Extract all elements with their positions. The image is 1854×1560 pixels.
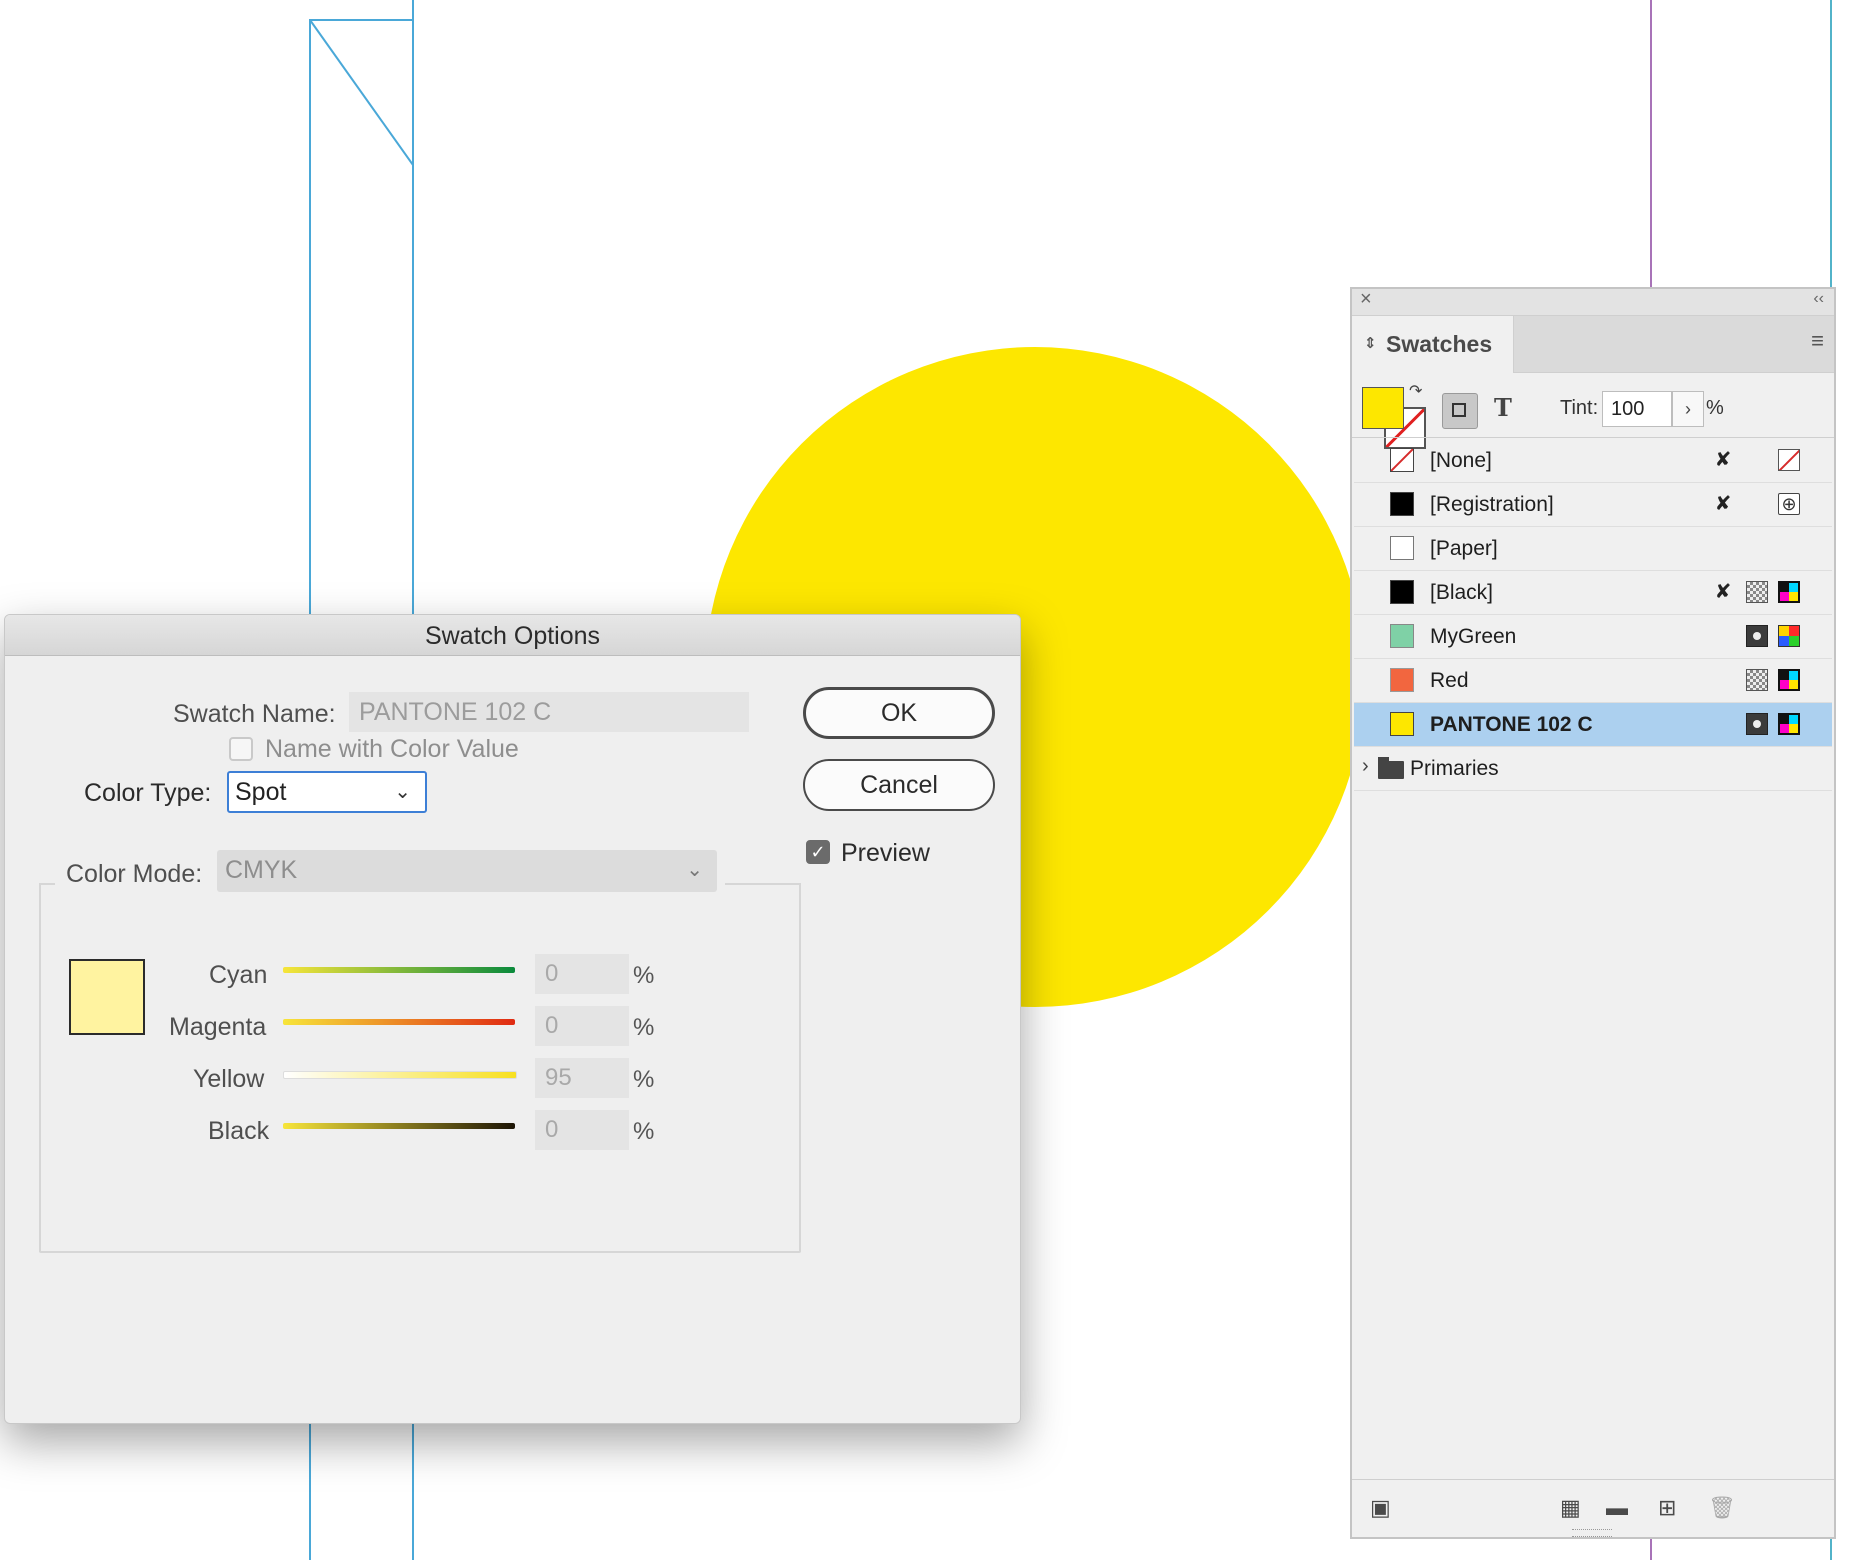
color-mode-value: CMYK	[225, 856, 298, 884]
magenta-percent: %	[633, 1014, 655, 1041]
swatch-name: [Paper]	[1430, 537, 1498, 560]
dialog-title[interactable]: Swatch Options	[5, 615, 1020, 656]
container-format-button[interactable]	[1442, 393, 1478, 429]
tint-percent: %	[1706, 397, 1724, 419]
panel-bottom-divider	[1352, 1479, 1834, 1480]
tab-swatches[interactable]: ⇕ Swatches	[1352, 316, 1514, 373]
pen-crossed-icon: ✘	[1714, 581, 1732, 603]
swatch-options-dialog: Swatch Options Swatch Name: PANTONE 102 …	[4, 614, 1021, 1424]
panel-titlebar[interactable]: × ‹‹	[1352, 288, 1834, 316]
tab-swatches-label: Swatches	[1386, 331, 1493, 357]
process-icon	[1746, 669, 1768, 691]
yellow-slider[interactable]	[283, 1071, 517, 1079]
cyan-slider[interactable]	[283, 967, 515, 973]
color-type-label: Color Type:	[84, 779, 212, 807]
close-icon[interactable]: ×	[1360, 288, 1372, 311]
fill-box[interactable]	[1362, 387, 1404, 429]
preview-label: Preview	[841, 839, 930, 867]
panel-tab-row: ⇕ Swatches ≡	[1352, 316, 1834, 373]
name-with-color-value-label: Name with Color Value	[265, 735, 519, 763]
group-top-border-right	[725, 883, 801, 885]
swatch-name: [None]	[1430, 449, 1492, 472]
tint-arrow-button[interactable]: ›	[1672, 391, 1704, 427]
swatch-name: [Registration]	[1430, 493, 1554, 516]
chevron-right-icon[interactable]: ›	[1362, 755, 1369, 778]
color-preview-swatch	[69, 959, 145, 1035]
new-group-folder-icon[interactable]: ▬	[1606, 1495, 1628, 1521]
panel-divider	[1352, 437, 1834, 438]
spot-icon	[1746, 625, 1768, 647]
cancel-button[interactable]: Cancel	[803, 759, 995, 811]
swatch-row-pantone-102c[interactable]: PANTONE 102 C	[1354, 703, 1832, 747]
black-percent: %	[633, 1118, 655, 1145]
place-swatch-icon[interactable]: ▣	[1370, 1495, 1391, 1521]
swatch-row-mygreen[interactable]: MyGreen	[1354, 615, 1832, 659]
preview-checkbox[interactable]: ✓	[806, 840, 830, 864]
folder-icon	[1378, 757, 1404, 779]
cmyk-icon	[1778, 713, 1800, 735]
cyan-label: Cyan	[209, 961, 268, 989]
swatches-panel: × ‹‹ ⇕ Swatches ≡ ↷ T Tint: 100 › % [Non…	[1350, 287, 1836, 1539]
new-swatch-icon[interactable]: ⊞	[1658, 1495, 1676, 1521]
group-top-border-left	[39, 883, 55, 885]
registration-icon: ⊕	[1778, 493, 1800, 515]
swatch-chip-pantone	[1390, 712, 1414, 736]
yellow-percent: %	[633, 1066, 655, 1093]
swatch-name: [Black]	[1430, 581, 1494, 604]
color-values-group	[39, 883, 801, 1253]
spot-icon	[1746, 713, 1768, 735]
swap-arrow-icon[interactable]: ↷	[1409, 381, 1422, 401]
trash-icon[interactable]: 🗑	[1708, 1495, 1736, 1521]
swatch-chip-registration	[1390, 492, 1414, 516]
none-icon	[1778, 449, 1800, 471]
color-type-select[interactable]: Spot ⌄	[227, 771, 427, 813]
swatch-row-black[interactable]: [Black] ✘	[1354, 571, 1832, 615]
resize-grip[interactable]	[1572, 1529, 1612, 1537]
swatch-chip-mygreen	[1390, 624, 1414, 648]
tint-label: Tint:	[1560, 397, 1599, 419]
cyan-percent: %	[633, 962, 655, 989]
updown-chevron-icon: ⇕	[1364, 335, 1377, 352]
rgb-icon	[1778, 625, 1800, 647]
black-value-field: 0	[535, 1110, 629, 1150]
tint-input[interactable]: 100	[1602, 391, 1672, 427]
frame-diagonal	[309, 19, 413, 166]
swatch-row-paper[interactable]: [Paper]	[1354, 527, 1832, 571]
swatch-name-label: Swatch Name:	[173, 700, 336, 728]
yellow-label: Yellow	[193, 1065, 265, 1093]
swatch-row-red[interactable]: Red	[1354, 659, 1832, 703]
swatch-name: Red	[1430, 669, 1469, 692]
swatch-row-registration[interactable]: [Registration] ✘ ⊕	[1354, 483, 1832, 527]
swatch-group-primaries[interactable]: › Primaries	[1354, 747, 1832, 791]
swatch-name-field: PANTONE 102 C	[349, 692, 749, 732]
ok-button[interactable]: OK	[803, 687, 995, 739]
cyan-value-field: 0	[535, 954, 629, 994]
black-label: Black	[208, 1117, 270, 1145]
swatch-name: MyGreen	[1430, 625, 1517, 648]
swatch-view-icon[interactable]: ▦	[1560, 1495, 1581, 1521]
swatch-row-none[interactable]: [None] ✘	[1354, 439, 1832, 483]
swatch-chip-black	[1390, 580, 1414, 604]
text-format-icon[interactable]: T	[1494, 393, 1512, 422]
cmyk-icon	[1778, 581, 1800, 603]
swatch-chip-none	[1390, 448, 1414, 472]
process-icon	[1746, 581, 1768, 603]
name-with-color-value-checkbox	[229, 737, 253, 761]
pen-crossed-icon: ✘	[1714, 493, 1732, 515]
chevron-down-icon: ⌄	[394, 781, 411, 803]
collapse-icon[interactable]: ‹‹	[1813, 290, 1824, 308]
color-type-value: Spot	[235, 778, 287, 806]
yellow-value-field: 95	[535, 1058, 629, 1098]
pen-crossed-icon: ✘	[1714, 449, 1732, 471]
magenta-label: Magenta	[169, 1013, 267, 1041]
group-name: Primaries	[1410, 757, 1499, 780]
magenta-value-field: 0	[535, 1006, 629, 1046]
magenta-slider[interactable]	[283, 1019, 515, 1025]
black-slider[interactable]	[283, 1123, 515, 1129]
cmyk-icon	[1778, 669, 1800, 691]
panel-menu-icon[interactable]: ≡	[1811, 330, 1824, 352]
swatch-chip-paper	[1390, 536, 1414, 560]
swatch-chip-red	[1390, 668, 1414, 692]
swatch-name: PANTONE 102 C	[1430, 713, 1593, 736]
